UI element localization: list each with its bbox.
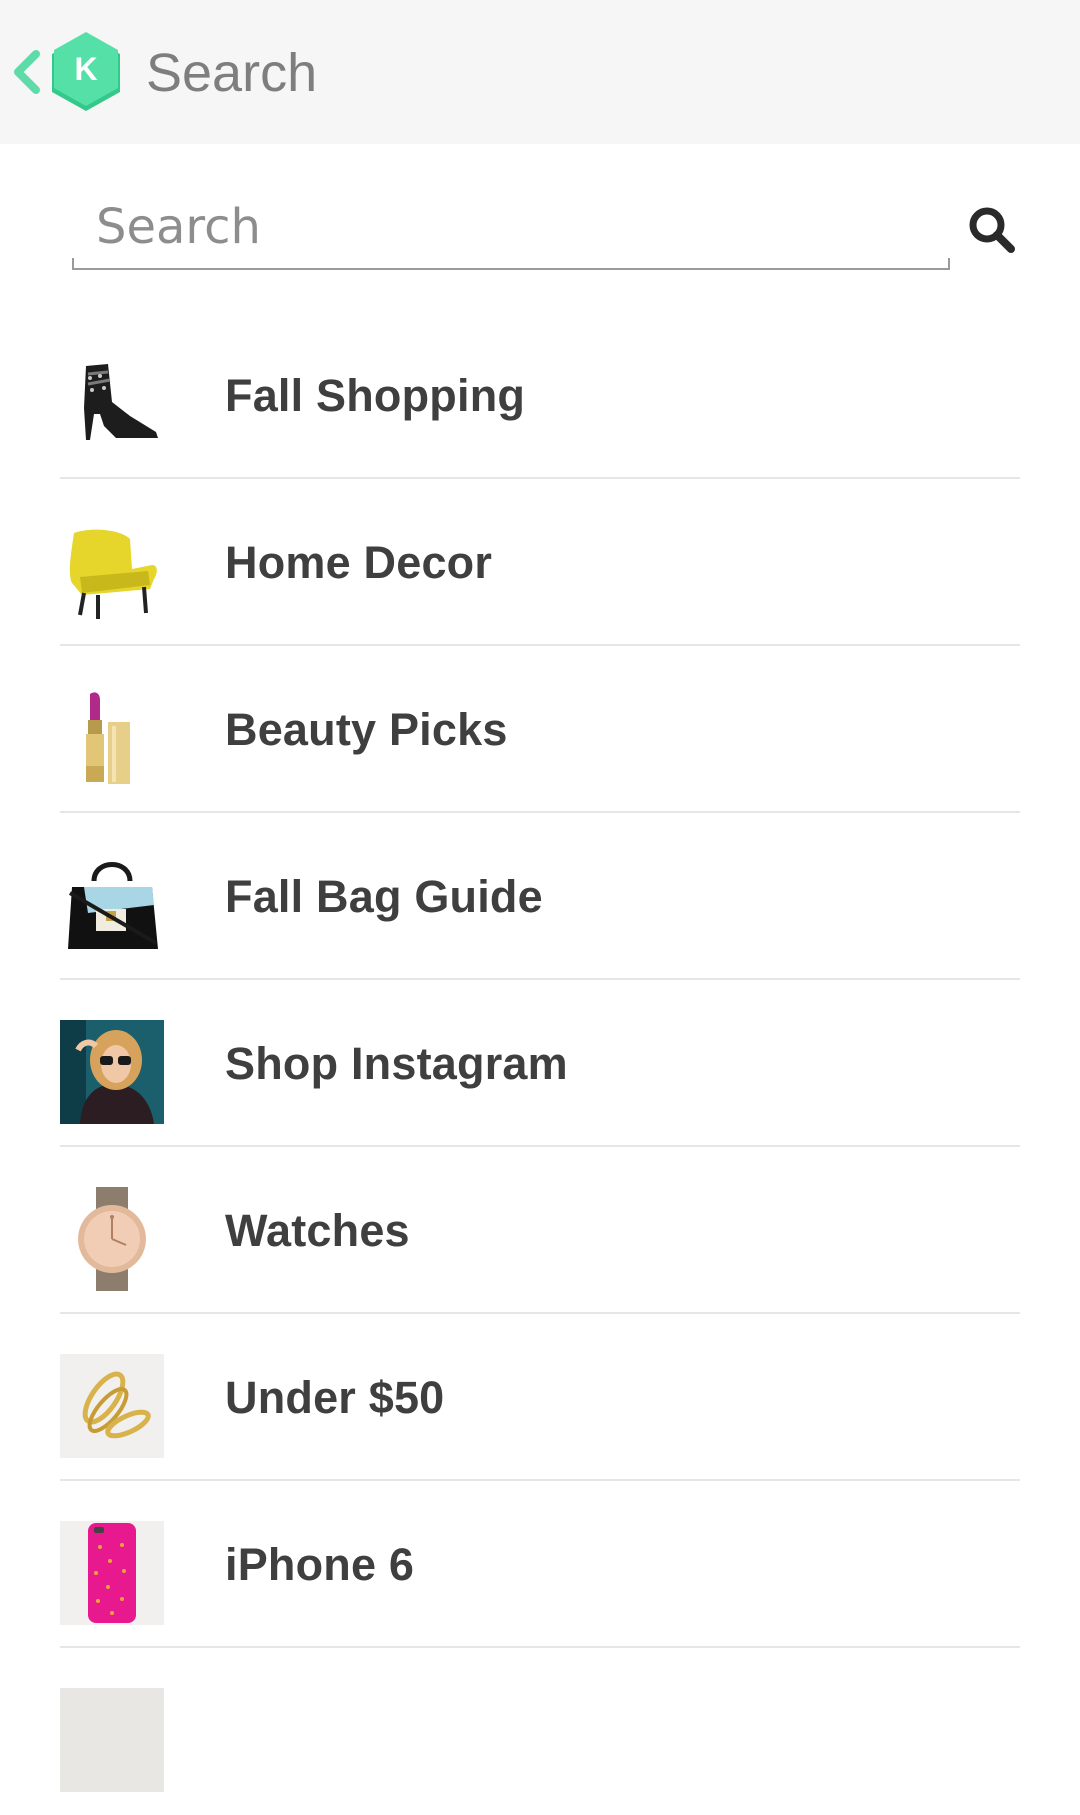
list-item-watches[interactable]: Watches <box>60 1147 1020 1314</box>
list-item-label: Beauty Picks <box>225 704 508 755</box>
list-item-label: Shop Instagram <box>225 1038 568 1089</box>
back-button[interactable] <box>8 48 48 96</box>
list-item-label: Fall Bag Guide <box>225 871 543 922</box>
search-field <box>72 190 950 270</box>
ankle-boot-icon <box>60 352 164 456</box>
app-bar: K Search <box>0 0 1080 144</box>
list-item-label: Home Decor <box>225 537 493 588</box>
list-item-label: iPhone 6 <box>225 1539 415 1590</box>
search-input[interactable] <box>96 192 926 262</box>
phone-case-icon <box>60 1521 164 1625</box>
search-button[interactable] <box>966 204 1018 256</box>
product-thumbnail <box>60 1688 164 1792</box>
handbag-icon <box>60 853 164 957</box>
page-title: Search <box>146 43 318 103</box>
hexagon-k-logo-icon: K <box>52 32 120 111</box>
list-item-fall-shopping[interactable]: Fall Shopping <box>60 312 1020 479</box>
list-item-label: Under $50 <box>225 1372 445 1423</box>
yellow-armchair-icon <box>60 519 164 623</box>
watch-icon <box>60 1187 164 1291</box>
instagram-photo-icon <box>60 1020 164 1124</box>
list-item-shop-instagram[interactable]: Shop Instagram <box>60 980 1020 1147</box>
lipstick-icon <box>60 686 164 790</box>
search-icon <box>969 207 1015 253</box>
category-list: Fall Shopping Home Decor Beauty Picks Fa… <box>60 312 1020 1815</box>
list-item-partial[interactable] <box>60 1648 1020 1815</box>
list-item-fall-bag-guide[interactable]: Fall Bag Guide <box>60 813 1020 980</box>
app-logo[interactable]: K <box>48 32 124 114</box>
list-item-under-50[interactable]: Under $50 <box>60 1314 1020 1481</box>
list-item-iphone-6[interactable]: iPhone 6 <box>60 1481 1020 1648</box>
logo-letter: K <box>74 51 97 87</box>
list-item-home-decor[interactable]: Home Decor <box>60 479 1020 646</box>
list-item-label: Watches <box>225 1205 410 1256</box>
gold-rings-icon <box>60 1354 164 1458</box>
chevron-left-icon <box>14 50 40 94</box>
list-item-beauty-picks[interactable]: Beauty Picks <box>60 646 1020 813</box>
list-item-label: Fall Shopping <box>225 370 526 421</box>
